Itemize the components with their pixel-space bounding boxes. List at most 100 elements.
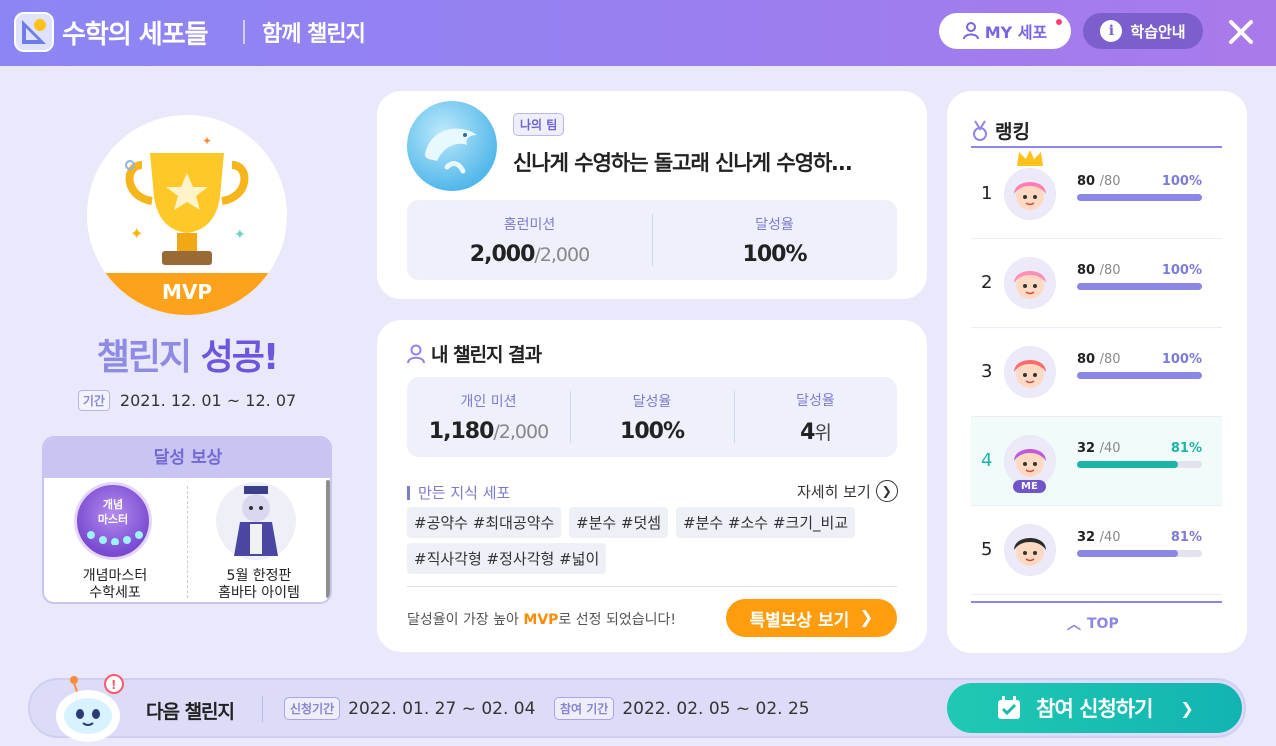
ranking-row: 3 80 /80 100%	[971, 328, 1222, 417]
chevron-right-icon: ❯	[859, 608, 874, 628]
reward-scrollbar[interactable]	[326, 480, 330, 598]
crown-icon	[1017, 150, 1043, 166]
my-team-card: 나의 팀 신나게 수영하는 돌고래 신나게 수영하… 홈런미션 2,000/2,…	[377, 91, 927, 299]
svg-text:✦: ✦	[202, 135, 212, 148]
ranking-row: 2 80 /80 100%	[971, 239, 1222, 328]
period-value: 2021. 12. 01 ~ 12. 07	[119, 391, 297, 410]
next-challenge-label: 다음 챌린지	[146, 701, 235, 723]
personal-rank-stat: 달성율 4위	[796, 392, 835, 445]
rank-progress-bar	[1077, 550, 1202, 557]
app-title: 수학의 세포들	[62, 20, 209, 50]
team-name: 신나게 수영하는 돌고래 신나게 수영하…	[513, 151, 852, 175]
join-period-value: 2022. 02. 05 ~ 02. 25	[622, 698, 810, 719]
notification-dot	[1056, 19, 1062, 25]
info-icon: i	[1100, 20, 1123, 42]
hashtag-chip[interactable]: #분수 #덧셈	[569, 507, 669, 538]
rank-score: 80 /80	[1077, 352, 1121, 367]
my-team-tag: 나의 팀	[513, 113, 565, 136]
rank-score: 80 /80	[1077, 174, 1121, 189]
user-avatar	[1004, 168, 1056, 220]
ranking-row: 1 80 /80 100%	[971, 150, 1222, 239]
concept-master-badge-icon: 개념 마스터	[74, 482, 152, 560]
rank-number: 1	[981, 183, 993, 204]
learning-guide-button[interactable]: i 학습안내	[1083, 13, 1203, 49]
rank-number: 4	[981, 450, 993, 471]
svg-text:✦: ✦	[130, 224, 143, 243]
rank-progress-bar	[1077, 194, 1202, 201]
rank-number: 5	[981, 539, 993, 560]
hashtag-chip[interactable]: #직사각형 #정사각형 #넓이	[407, 543, 607, 574]
period-tag: 기간	[77, 390, 110, 411]
rank-percent: 81%	[1170, 530, 1202, 545]
result-divider	[407, 586, 897, 587]
rank-progress-bar	[1077, 372, 1202, 379]
reward-label-2: 5월 한정판 홈바타 아이템	[218, 568, 300, 601]
mvp-band: MVP	[87, 273, 287, 315]
reward-label-1: 개념마스터 수학세포	[82, 568, 148, 601]
close-icon	[1229, 20, 1253, 44]
chevron-right-icon: ❯	[1180, 698, 1193, 718]
result-title: 내 챌린지 결과	[407, 340, 542, 367]
ranking-panel: 랭킹 1 80 /80 100% 2 80 /80 100% 3 80 /80 100% 4 ME 3…	[947, 91, 1247, 653]
team-achievement-stat: 달성율 100%	[742, 216, 808, 267]
rank-percent: 81%	[1170, 441, 1202, 456]
special-reward-button[interactable]: 특별보상 보기 ❯	[726, 599, 897, 637]
my-cell-button[interactable]: MY 세포	[939, 13, 1071, 49]
rank-progress-bar	[1077, 283, 1202, 290]
challenge-success-title: 챌린지 성공!	[96, 337, 280, 378]
medal-icon	[973, 119, 987, 141]
view-details-link[interactable]: 자세히 보기 ❯	[797, 480, 898, 502]
challenge-period: 기간 2021. 12. 01 ~ 12. 07	[0, 390, 374, 411]
hashtag-chip[interactable]: #공약수 #최대공약수	[407, 507, 562, 538]
ranking-title: 랭킹	[971, 117, 1030, 144]
team-stats-panel: 홈런미션 2,000/2,000 달성율 100%	[407, 200, 897, 280]
achievement-reward-box: 달성 보상 개념 마스터 개념마스터 수학세포 5월 한정판 홈바타 아이템	[42, 436, 332, 604]
app-logo-icon	[14, 12, 54, 52]
apply-period-value: 2022. 01. 27 ~ 02. 04	[348, 698, 536, 719]
dolphin-team-icon	[407, 101, 497, 191]
rank-percent: 100%	[1161, 174, 1202, 189]
rank-percent: 100%	[1161, 263, 1202, 278]
created-cells-heading: 만든 지식 세포	[407, 482, 510, 503]
ranking-bottom-line	[971, 601, 1222, 603]
user-avatar	[1004, 524, 1056, 576]
bottom-divider	[262, 696, 263, 722]
scroll-top-button[interactable]: ︿ TOP	[1067, 614, 1119, 634]
close-button[interactable]	[1223, 14, 1259, 50]
rank-score: 32 /40	[1077, 530, 1121, 545]
rank-percent: 100%	[1161, 352, 1202, 367]
header-divider	[243, 20, 245, 44]
trophy-icon: ✦ ✦ ✦	[125, 135, 249, 265]
reward-title: 달성 보상	[44, 438, 330, 478]
rank-score: 32 /40	[1077, 441, 1121, 456]
personal-mission-stat: 개인 미션 1,180/2,000	[428, 393, 549, 444]
ranking-row: 4 ME 32 /40 81%	[971, 417, 1222, 506]
mvp-selection-note: 달성율이 가장 높아 MVP로 선정 되었습니다!	[407, 612, 676, 628]
robot-mascot-icon: !	[48, 670, 128, 744]
hashtag-chip[interactable]: #분수 #소수 #크기_비교	[676, 507, 856, 538]
rank-number: 3	[981, 361, 993, 382]
user-icon	[407, 344, 425, 363]
rank-progress-bar	[1077, 461, 1202, 468]
learning-guide-label: 학습안내	[1130, 22, 1186, 41]
ranking-top-line	[971, 146, 1222, 148]
me-badge: ME	[1013, 480, 1046, 493]
calendar-check-icon	[998, 696, 1021, 719]
chevron-right-icon: ❯	[875, 480, 898, 502]
mvp-trophy-badge: ✦ ✦ ✦ MVP	[87, 115, 287, 315]
join-period: 참여 기간 2022. 02. 05 ~ 02. 25	[554, 697, 810, 720]
user-icon	[962, 22, 979, 40]
apply-period: 신청기간 2022. 01. 27 ~ 02. 04	[284, 697, 535, 720]
rank-score: 80 /80	[1077, 263, 1121, 278]
svg-text:✦: ✦	[234, 227, 246, 243]
my-cell-label: MY 세포	[984, 23, 1048, 42]
page-subtitle: 함께 챌린지	[262, 22, 366, 47]
limited-avatar-item-icon	[216, 482, 296, 560]
user-avatar	[1004, 257, 1056, 309]
apply-period-tag: 신청기간	[284, 697, 341, 720]
rank-number: 2	[981, 272, 993, 293]
ranking-row: 5 32 /40 81%	[971, 506, 1222, 595]
my-challenge-result-card: 내 챌린지 결과 개인 미션 1,180/2,000 달성율 100% 달성율 …	[377, 320, 927, 652]
svg-text:!: !	[111, 678, 116, 692]
join-apply-button[interactable]: 참여 신청하기 ❯	[947, 683, 1242, 733]
